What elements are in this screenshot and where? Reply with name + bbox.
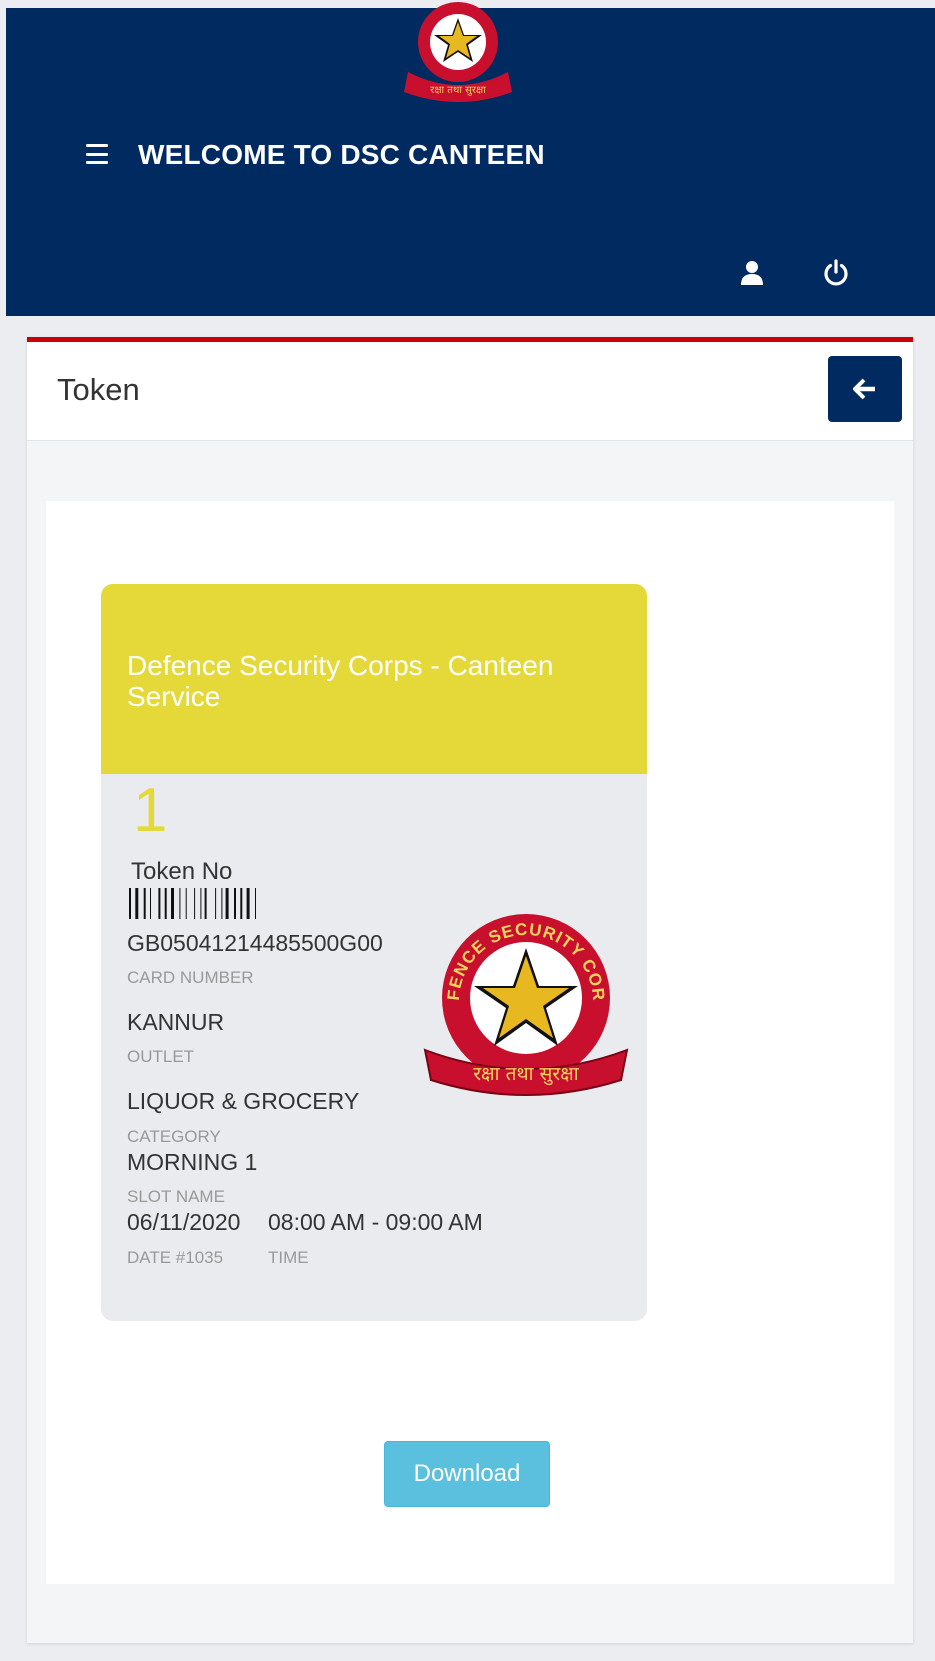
category-label: CATEGORY bbox=[127, 1127, 221, 1146]
card-number-value: GB05041214485500G00 bbox=[127, 930, 383, 956]
token-content: Defence Security Corps - Canteen Service… bbox=[46, 501, 894, 1584]
top-header: रक्षा तथा सुरक्षा WELCOME TO DSC CANTEEN bbox=[6, 2, 935, 316]
slot-name-value: MORNING 1 bbox=[127, 1149, 258, 1175]
slot-name-label: SLOT NAME bbox=[127, 1187, 225, 1206]
barcode-image bbox=[129, 888, 256, 919]
token-card-header: Defence Security Corps - Canteen Service bbox=[101, 584, 647, 774]
token-card: Defence Security Corps - Canteen Service… bbox=[101, 584, 647, 1321]
back-button[interactable] bbox=[828, 356, 902, 422]
category-value: LIQUOR & GROCERY bbox=[127, 1088, 360, 1114]
organization-name: Defence Security Corps - Canteen Service bbox=[127, 650, 554, 712]
emblem-motto: रक्षा तथा सुरक्षा bbox=[473, 1063, 580, 1086]
page-title: Token bbox=[57, 372, 140, 407]
token-number: 1 bbox=[133, 776, 168, 845]
dsc-emblem: DEFENCE SECURITY CORPS रक्षा तथा सुरक्षा bbox=[421, 910, 629, 1096]
svg-text:रक्षा तथा सुरक्षा: रक्षा तथा सुरक्षा bbox=[430, 85, 486, 96]
time-label: TIME bbox=[268, 1248, 309, 1267]
download-button[interactable]: Download bbox=[384, 1441, 550, 1507]
card-number-label: CARD NUMBER bbox=[127, 968, 254, 987]
arrow-left-icon bbox=[853, 378, 875, 400]
time-value: 08:00 AM - 09:00 AM bbox=[268, 1209, 483, 1235]
panel-header: Token bbox=[27, 342, 913, 441]
outlet-value: KANNUR bbox=[127, 1009, 225, 1035]
token-panel: Token Defence Security Corps - Canteen S… bbox=[27, 337, 913, 1643]
user-icon[interactable] bbox=[741, 260, 763, 286]
date-label: DATE #1035 bbox=[127, 1248, 224, 1267]
date-value: 06/11/2020 bbox=[127, 1209, 241, 1235]
hamburger-menu-icon[interactable] bbox=[86, 144, 108, 164]
outlet-label: OUTLET bbox=[127, 1047, 195, 1066]
power-icon[interactable] bbox=[822, 259, 850, 287]
token-number-label: Token No bbox=[131, 858, 233, 885]
dsc-emblem-logo: रक्षा तथा सुरक्षा bbox=[404, 2, 512, 102]
header-title: WELCOME TO DSC CANTEEN bbox=[138, 139, 545, 170]
